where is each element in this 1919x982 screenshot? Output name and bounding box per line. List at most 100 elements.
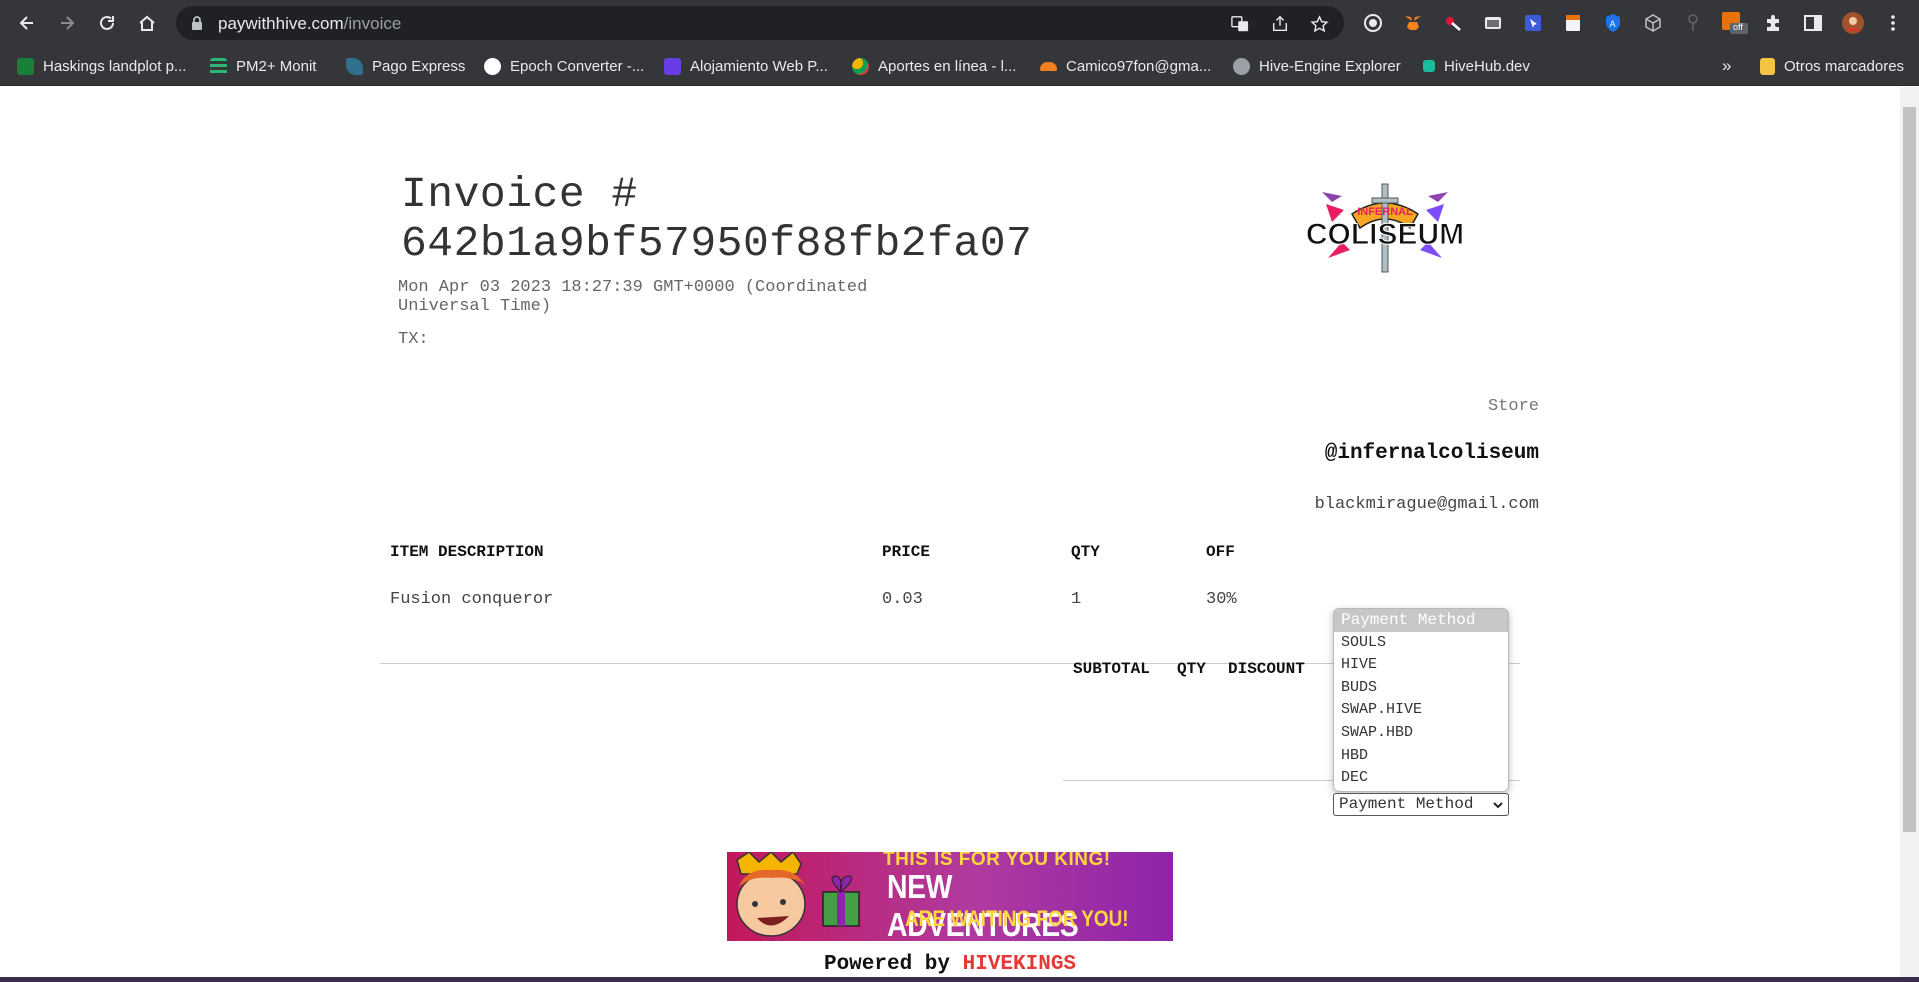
browser-menu-icon[interactable] (1882, 12, 1904, 34)
payment-option-souls[interactable]: SOULS (1334, 632, 1508, 655)
column-header-off: OFF (1206, 543, 1235, 561)
payment-option-dec[interactable]: DEC (1334, 767, 1508, 790)
record-extension-icon[interactable] (1362, 12, 1384, 34)
item-description-cell: Fusion conqueror (390, 590, 554, 609)
bookmark-label: Aportes en línea - l... (878, 57, 1017, 75)
store-label: Store (1487, 397, 1539, 416)
shield-extension-icon[interactable]: A (1602, 12, 1624, 34)
invoice-tx-label: TX: (398, 330, 429, 349)
profile-avatar-icon[interactable] (1842, 12, 1864, 34)
bookmark-label: Camico97fon@gma... (1066, 57, 1212, 75)
svg-text:A: A (1610, 19, 1616, 29)
logo-text-main: COLISEUM (1306, 218, 1464, 251)
column-header-price: PRICE (882, 543, 931, 561)
share-icon[interactable] (1270, 14, 1290, 34)
globe-icon (1233, 57, 1250, 75)
bookmark-alojamiento[interactable]: Alojamiento Web P... (664, 55, 828, 77)
bookmark-epoch-converter[interactable]: Epoch Converter -... (484, 55, 644, 77)
scrollbar-thumb[interactable] (1903, 107, 1916, 832)
overflow-chevron-icon: » (1722, 56, 1732, 75)
other-bookmarks-folder[interactable]: Otros marcadores (1760, 55, 1904, 77)
metamask-extension-icon[interactable] (1402, 12, 1424, 34)
invoice-number: 642b1a9bf57950f88fb2fa07 (401, 219, 1033, 268)
payment-method-options: Payment Method SOULS HIVE BUDS SWAP.HIVE… (1333, 608, 1509, 792)
payment-option-swap-hbd[interactable]: SWAP.HBD (1334, 722, 1508, 745)
column-header-item-description: ITEM DESCRIPTION (390, 543, 544, 561)
invoice-title: Invoice # 642b1a9bf57950f88fb2fa07 (401, 170, 1032, 268)
king-character-illustration (736, 852, 860, 937)
invoice-date: Mon Apr 03 2023 18:27:39 GMT+0000 (Coord… (398, 278, 868, 316)
extension-badge-text: off (1733, 22, 1743, 32)
bookmark-pm2[interactable]: PM2+ Monit (210, 55, 316, 77)
hostinger-icon (664, 57, 681, 75)
home-icon[interactable] (133, 9, 161, 37)
screenshot-extension-icon[interactable] (1482, 12, 1504, 34)
hive-keychain-icon[interactable] (1442, 12, 1464, 34)
hivehub-icon (1423, 60, 1435, 72)
infernal-coliseum-logo: INFERNAL COLISEUM (1305, 183, 1465, 273)
chevron-down-icon (1493, 802, 1503, 809)
lock-icon (192, 16, 202, 30)
cloudflare-icon (1040, 61, 1057, 71)
bookmark-aportes[interactable]: Aportes en línea - l... (852, 55, 1016, 77)
item-off-cell: 30% (1206, 590, 1237, 609)
logo-text-top: INFERNAL (1357, 206, 1413, 218)
payment-method-select[interactable]: Payment Method (1333, 793, 1509, 816)
bookmark-hivehub[interactable]: HiveHub.dev (1423, 55, 1530, 77)
bookmark-label: Pago Express (372, 57, 466, 75)
reload-icon[interactable] (93, 9, 121, 37)
bookmark-pago-express[interactable]: Pago Express (346, 55, 465, 77)
back-icon[interactable] (13, 9, 41, 37)
key-extension-icon[interactable] (1682, 12, 1704, 34)
summary-header-discount: DISCOUNT (1228, 660, 1305, 678)
pago-express-icon (346, 57, 363, 75)
url-path: /invoice (343, 14, 402, 33)
extensions-puzzle-icon[interactable] (1762, 12, 1784, 34)
bookmark-label: PM2+ Monit (236, 57, 317, 75)
bookmark-haskings[interactable]: Haskings landplot p... (17, 55, 186, 77)
bookmark-hive-engine[interactable]: Hive-Engine Explorer (1233, 55, 1401, 77)
summary-header-subtotal: SUBTOTAL (1073, 660, 1150, 678)
side-panel-icon[interactable] (1802, 12, 1824, 34)
url-text: paywithhive.com/invoice (218, 14, 401, 34)
column-header-qty: QTY (1071, 543, 1100, 561)
cursor-extension-icon[interactable] (1522, 12, 1544, 34)
bookmarks-bar: Haskings landplot p... PM2+ Monit Pago E… (0, 46, 1919, 86)
off-badge-extension-icon[interactable]: off (1722, 12, 1748, 34)
window-bottom-edge (0, 977, 1919, 982)
store-handle: @infernalcoliseum (1324, 442, 1539, 465)
notes-extension-icon[interactable] (1562, 12, 1584, 34)
bookmark-camico[interactable]: Camico97fon@gma... (1040, 55, 1211, 77)
summary-header-qty: QTY (1177, 660, 1206, 678)
page-scrollbar[interactable] (1900, 87, 1919, 977)
hivekings-link[interactable]: HIVEKINGS (963, 953, 1076, 976)
menu-lines-icon (210, 57, 227, 75)
bookmark-label: Haskings landplot p... (43, 57, 187, 75)
spreadsheet-icon (17, 57, 34, 75)
item-qty-cell: 1 (1071, 590, 1082, 609)
forward-icon[interactable] (53, 9, 81, 37)
promo-banner[interactable]: THIS IS FOR YOU KING! NEW ADVENTURES ARE… (727, 852, 1173, 941)
browser-toolbar: paywithhive.com/invoice A off (0, 0, 1919, 46)
bookmark-label: HiveHub.dev (1444, 57, 1530, 75)
payment-option-swap-hive[interactable]: SWAP.HIVE (1334, 699, 1508, 722)
invoice-title-label: Invoice # (401, 170, 638, 219)
bookmarks-overflow-button[interactable]: » (1722, 55, 1731, 77)
address-bar[interactable]: paywithhive.com/invoice (176, 6, 1344, 40)
payment-option-buds[interactable]: BUDS (1334, 677, 1508, 700)
translate-icon[interactable] (1230, 14, 1250, 34)
bookmark-label: Hive-Engine Explorer (1259, 57, 1401, 75)
payment-method-selected-value: Payment Method (1339, 795, 1474, 813)
item-price-cell: 0.03 (882, 590, 923, 609)
url-host: paywithhive.com (218, 14, 344, 33)
bookmark-label: Otros marcadores (1784, 57, 1905, 75)
bookmark-label: Epoch Converter -... (510, 57, 645, 75)
banner-line-3: ARE WAITING FOR YOU! (905, 906, 1129, 931)
cube-extension-icon[interactable] (1642, 12, 1664, 34)
payment-option-hive[interactable]: HIVE (1334, 654, 1508, 677)
store-email: blackmirague@gmail.com (1314, 495, 1539, 514)
bookmark-star-icon[interactable] (1309, 14, 1329, 34)
payment-option-placeholder[interactable]: Payment Method (1334, 609, 1508, 632)
payment-option-hbd[interactable]: HBD (1334, 745, 1508, 768)
folder-icon (1760, 57, 1775, 75)
